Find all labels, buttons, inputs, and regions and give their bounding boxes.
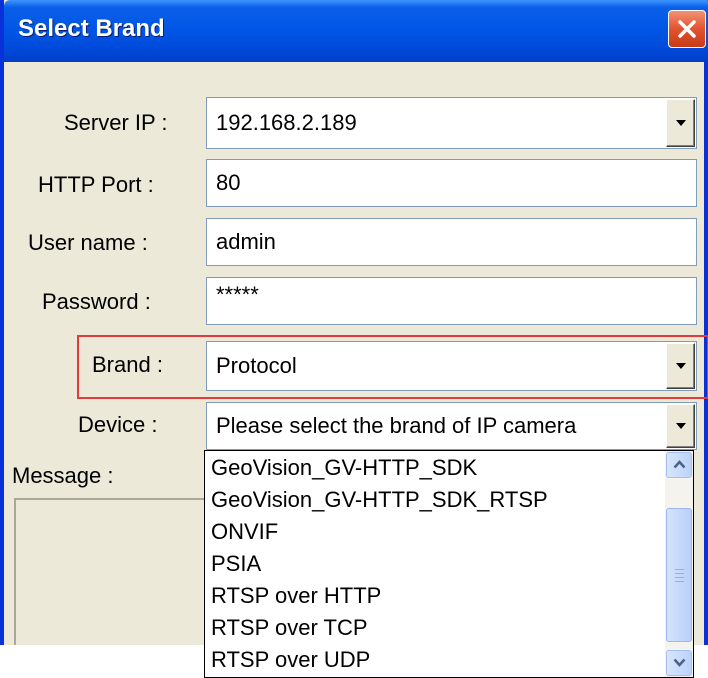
list-item[interactable]: RTSP over TCP xyxy=(211,615,368,641)
http-port-label: HTTP Port : xyxy=(38,172,154,197)
list-item[interactable]: RTSP over UDP xyxy=(211,647,370,673)
list-item[interactable]: ONVIF xyxy=(211,519,278,545)
scrollbar-thumb[interactable] xyxy=(666,508,692,642)
http-port-field[interactable]: 80 xyxy=(206,159,697,207)
window-title: Select Brand xyxy=(18,15,165,42)
device-value: Please select the brand of IP camera xyxy=(216,413,577,438)
close-icon xyxy=(678,20,696,38)
username-value: admin xyxy=(216,229,276,254)
brand-select[interactable]: Protocol xyxy=(206,341,697,391)
scroll-up-button[interactable] xyxy=(666,452,692,478)
username-label: User name : xyxy=(28,230,148,255)
chevron-down-icon xyxy=(676,423,686,429)
list-item[interactable]: RTSP over HTTP xyxy=(211,583,381,609)
device-select[interactable]: Please select the brand of IP camera xyxy=(206,402,697,450)
list-item[interactable]: PSIA xyxy=(211,551,261,577)
password-label: Password : xyxy=(42,289,151,314)
brand-dropdown-button[interactable] xyxy=(666,343,695,389)
http-port-value: 80 xyxy=(216,170,241,195)
device-dropdown-button[interactable] xyxy=(666,404,695,448)
server-ip-select[interactable]: 192.168.2.189 xyxy=(206,97,697,149)
server-ip-dropdown-button[interactable] xyxy=(666,99,695,147)
list-item[interactable]: GeoVision_GV-HTTP_SDK xyxy=(211,455,477,481)
title-bar: Select Brand xyxy=(4,0,708,62)
brand-value: Protocol xyxy=(216,353,297,378)
username-field[interactable]: admin xyxy=(206,218,697,266)
arrow-down-icon xyxy=(673,658,686,667)
message-label: Message : xyxy=(12,463,114,488)
password-field[interactable]: ***** xyxy=(206,277,697,325)
message-box xyxy=(14,498,214,645)
brand-label: Brand : xyxy=(92,352,163,377)
list-item[interactable]: GeoVision_GV-HTTP_SDK_RTSP xyxy=(211,487,548,513)
device-label: Device : xyxy=(78,412,158,437)
brand-dropdown-list[interactable]: GeoVision_GV-HTTP_SDK GeoVision_GV-HTTP_… xyxy=(204,450,694,678)
arrow-up-icon xyxy=(673,460,686,469)
scrollbar[interactable] xyxy=(665,451,693,677)
server-ip-label: Server IP : xyxy=(64,110,168,135)
chevron-down-icon xyxy=(676,120,686,126)
scroll-down-button[interactable] xyxy=(666,650,692,676)
close-button[interactable] xyxy=(668,10,706,48)
server-ip-value: 192.168.2.189 xyxy=(216,110,357,135)
chevron-down-icon xyxy=(676,363,686,369)
password-value: ***** xyxy=(216,282,259,308)
